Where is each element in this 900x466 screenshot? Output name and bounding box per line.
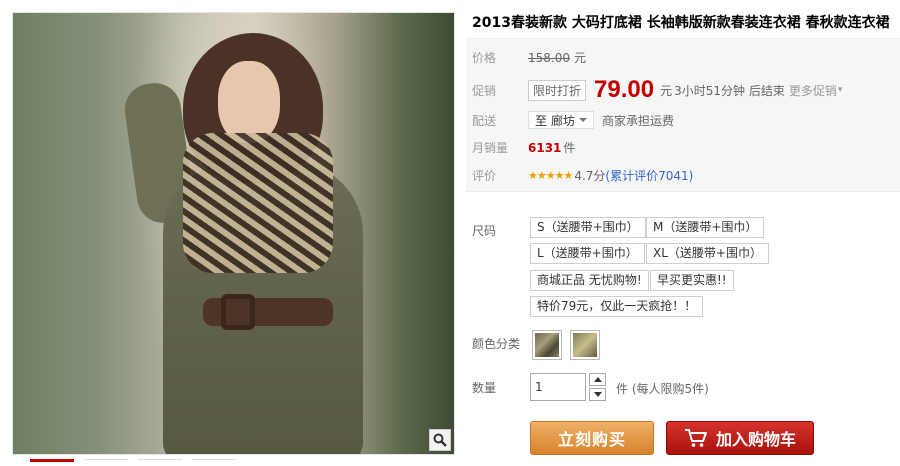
add-to-cart-label: 加入购物车 <box>715 430 796 449</box>
original-price: 158.00 <box>528 50 570 65</box>
swatch-image <box>535 333 559 357</box>
promo-price: 79.00 <box>594 76 655 103</box>
rating-stars: ★★★★★ <box>528 169 573 182</box>
zoom-button[interactable] <box>429 429 451 451</box>
belt-buckle <box>221 294 255 330</box>
quantity-decrease[interactable] <box>589 388 606 401</box>
color-label: 颜色分类 <box>472 337 521 351</box>
destination-value: 廊坊 <box>551 113 576 128</box>
size-label: 尺码 <box>472 224 497 238</box>
sales-count: 6131 <box>528 140 562 155</box>
size-option-l[interactable]: L（送腰带+围巾） <box>530 243 645 264</box>
model-scarf <box>183 133 333 273</box>
caret-down-icon <box>579 118 588 122</box>
destination-prefix: 至 <box>535 113 548 128</box>
arrow-down-icon <box>593 392 602 397</box>
rating-label: 评价 <box>472 169 497 183</box>
model-face <box>218 61 280 143</box>
color-swatch-2[interactable] <box>570 330 600 360</box>
price-row: 价格 158.00 元 <box>472 49 586 66</box>
size-option-genuine[interactable]: 商城正品 无忧购物! <box>530 270 649 291</box>
arrow-up-icon <box>593 377 602 382</box>
price-panel: 价格 158.00 元 促销 限时打折 79.00 元 3小时51分钟 后结束 … <box>466 38 900 192</box>
thumbnail-tabs <box>30 459 236 466</box>
buy-now-button[interactable]: 立刻购买 <box>530 421 654 455</box>
product-title: 2013春装新款 大码打底裙 长袖韩版新款春装连衣裙 春秋款连衣裙 <box>472 15 890 31</box>
price-unit: 元 <box>574 51 587 65</box>
promo-row: 促销 限时打折 79.00 元 3小时51分钟 后结束 更多促销 ▾ <box>472 76 842 104</box>
quantity-limit: 件 (每人限购5件) <box>616 382 709 396</box>
promo-label: 促销 <box>472 83 497 98</box>
size-option-s[interactable]: S（送腰带+围巾） <box>530 217 646 238</box>
thumbnail-tab[interactable] <box>138 459 182 466</box>
shipping-row: 配送 至 廊坊 商家承担运费 <box>472 111 674 129</box>
promo-unit: 元 <box>660 83 673 98</box>
thumbnail-tab[interactable] <box>192 459 236 466</box>
quantity-label: 数量 <box>472 381 497 395</box>
reviews-link[interactable]: (累计评价7041) <box>605 167 693 184</box>
rating-row: 评价 ★★★★★ 4.7分 (累计评价7041) <box>472 167 693 184</box>
shopping-cart-icon <box>684 429 707 447</box>
caret-down-icon: ▾ <box>837 85 843 95</box>
more-promos-link[interactable]: 更多促销 <box>789 82 837 99</box>
swatch-image <box>573 333 597 357</box>
quantity-increase[interactable] <box>589 373 606 386</box>
sales-label: 月销量 <box>472 141 509 155</box>
price-label: 价格 <box>472 51 497 65</box>
color-swatch-1[interactable] <box>532 330 562 360</box>
product-image[interactable] <box>12 12 455 455</box>
destination-select[interactable]: 至 廊坊 <box>528 111 595 129</box>
shipping-label: 配送 <box>472 113 497 128</box>
quantity-input[interactable]: 1 <box>530 373 586 401</box>
add-to-cart-button[interactable]: 加入购物车 <box>666 421 814 455</box>
promo-tag: 限时打折 <box>528 79 587 101</box>
promo-countdown: 3小时51分钟 后结束 <box>674 83 785 98</box>
magnifier-icon <box>433 433 447 447</box>
sales-row: 月销量 6131 件 <box>472 139 575 156</box>
thumbnail-tab[interactable] <box>84 459 128 466</box>
size-option-xl[interactable]: XL（送腰带+围巾） <box>646 243 769 264</box>
size-option-special[interactable]: 特价79元，仅此一天疯抢！！ <box>530 296 704 317</box>
size-option-early[interactable]: 早买更实惠!! <box>650 270 734 291</box>
size-option-m[interactable]: M（送腰带+围巾） <box>646 217 765 238</box>
shipping-fee: 商家承担运费 <box>602 113 675 128</box>
thumbnail-tab-active[interactable] <box>30 459 74 466</box>
rating-score: 4.7分 <box>574 169 606 183</box>
sales-unit: 件 <box>563 141 576 155</box>
